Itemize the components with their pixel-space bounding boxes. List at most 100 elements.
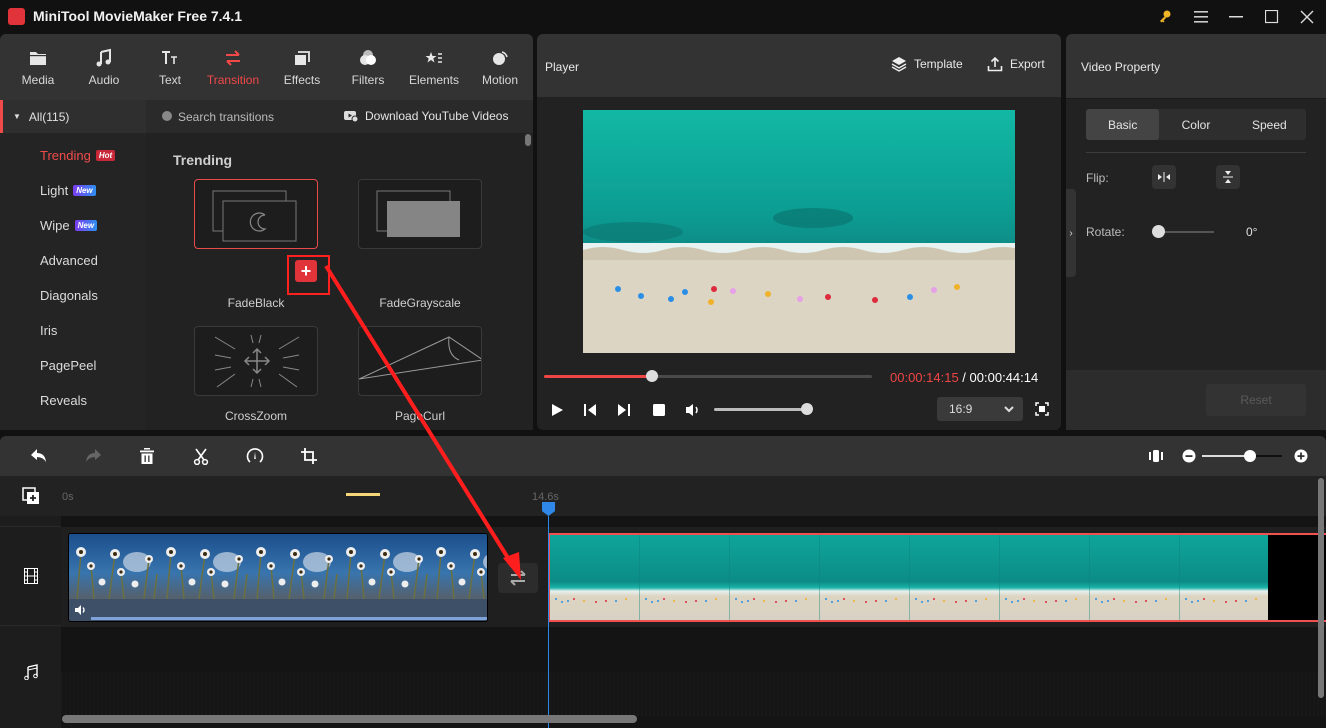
- transition-fadegrayscale[interactable]: [358, 179, 482, 249]
- audio-track[interactable]: [61, 672, 1326, 716]
- tab-filters-label: Filters: [351, 72, 385, 87]
- search-transitions-input[interactable]: Search transitions Download YouTube Vide…: [146, 100, 533, 133]
- undo-button[interactable]: [29, 446, 49, 466]
- category-advanced-label: Advanced: [40, 253, 98, 268]
- video-clip-beach[interactable]: [548, 533, 1326, 622]
- transition-slot[interactable]: [498, 563, 538, 593]
- stop-button[interactable]: [650, 401, 668, 419]
- category-diagonals[interactable]: Diagonals: [40, 288, 98, 303]
- timeline-zoom-slider[interactable]: [1202, 450, 1282, 462]
- fit-timeline-button[interactable]: [1146, 446, 1166, 466]
- beach-filmstrip: [550, 535, 1326, 620]
- timeline-vertical-scrollbar[interactable]: [1318, 478, 1324, 698]
- tab-media[interactable]: Media: [5, 34, 71, 100]
- volume-button[interactable]: [684, 401, 702, 419]
- clip-volume-icon[interactable]: [74, 604, 88, 616]
- transition-fadeblack[interactable]: [194, 179, 318, 249]
- tab-speed[interactable]: Speed: [1233, 109, 1306, 140]
- flip-vertical-button[interactable]: [1216, 165, 1240, 189]
- motion-icon: [493, 50, 508, 65]
- property-title: Video Property: [1081, 60, 1161, 74]
- fullscreen-button[interactable]: [1033, 400, 1051, 418]
- maximize-icon[interactable]: [1261, 6, 1283, 28]
- zoom-handle[interactable]: [1244, 450, 1256, 462]
- category-light[interactable]: Light New: [40, 183, 96, 198]
- transition-crosszoom[interactable]: [194, 326, 318, 396]
- video-preview[interactable]: [583, 110, 1015, 353]
- zoom-in-button[interactable]: [1291, 446, 1311, 466]
- rotate-handle[interactable]: [1152, 225, 1165, 238]
- split-button[interactable]: [191, 446, 211, 466]
- flip-label: Flip:: [1086, 171, 1109, 185]
- flip-horizontal-button[interactable]: [1152, 165, 1176, 189]
- music-note-icon: [23, 664, 38, 680]
- key-icon[interactable]: [1154, 6, 1176, 28]
- template-button[interactable]: Template: [891, 56, 963, 72]
- rotate-slider[interactable]: [1152, 225, 1214, 238]
- close-icon[interactable]: [1296, 6, 1318, 28]
- timeline-toolbar: [0, 436, 1326, 476]
- speed-button[interactable]: [245, 446, 265, 466]
- play-button[interactable]: [548, 401, 566, 419]
- previous-frame-button[interactable]: [581, 401, 599, 419]
- search-placeholder: Search transitions: [178, 110, 275, 124]
- reset-button[interactable]: Reset: [1206, 384, 1306, 416]
- divider: [1086, 152, 1306, 153]
- category-trending[interactable]: Trending Hot: [40, 148, 116, 163]
- download-youtube-button[interactable]: Download YouTube Videos: [344, 109, 508, 123]
- template-label: Template: [914, 57, 963, 71]
- transition-pagecurl[interactable]: [358, 326, 482, 396]
- category-advanced[interactable]: Advanced: [40, 253, 98, 268]
- timeline-ruler[interactable]: 0s 14.6s: [0, 476, 1326, 516]
- tab-audio[interactable]: Audio: [71, 34, 137, 100]
- volume-slider[interactable]: [714, 403, 814, 415]
- volume-handle[interactable]: [801, 403, 814, 415]
- transition-fadeblack-label: FadeBlack: [227, 296, 285, 310]
- playhead-line: [548, 516, 549, 728]
- flip-horizontal-icon: [1158, 172, 1170, 182]
- next-frame-button[interactable]: [615, 401, 633, 419]
- tab-elements[interactable]: Elements: [401, 34, 467, 100]
- aspect-ratio-select[interactable]: 16:9: [937, 397, 1023, 421]
- progress-handle[interactable]: [646, 370, 659, 382]
- tab-filters[interactable]: Filters: [335, 34, 401, 100]
- minimize-icon[interactable]: [1225, 6, 1247, 28]
- tab-color[interactable]: Color: [1159, 109, 1232, 140]
- tab-effects-label: Effects: [283, 72, 321, 87]
- export-button[interactable]: Export: [987, 56, 1045, 72]
- undo-icon: [31, 449, 46, 462]
- category-all-header[interactable]: ▼ All(115): [0, 100, 146, 133]
- film-strip-icon: [23, 568, 38, 584]
- crop-button[interactable]: [299, 446, 319, 466]
- tab-basic[interactable]: Basic: [1086, 109, 1160, 140]
- hamburger-menu-icon[interactable]: [1190, 6, 1212, 28]
- playback-progress-slider[interactable]: [544, 370, 872, 382]
- zoom-out-icon: [1182, 449, 1196, 463]
- chevron-right-icon: ›: [1069, 227, 1073, 239]
- transition-arrows-icon: [226, 49, 240, 66]
- category-iris-label: Iris: [40, 323, 58, 338]
- category-pagepeel[interactable]: PagePeel: [40, 358, 96, 373]
- timeline-horizontal-scrollbar[interactable]: [62, 715, 637, 723]
- add-track-button[interactable]: [22, 487, 40, 505]
- trash-icon: [140, 447, 154, 464]
- tab-text[interactable]: Text: [137, 34, 203, 100]
- redo-button[interactable]: [83, 446, 103, 466]
- timecode: 00:00:14:15 / 00:00:44:14: [890, 370, 1038, 385]
- category-iris[interactable]: Iris: [40, 323, 57, 338]
- scissors-icon: [193, 448, 209, 465]
- category-wipe[interactable]: Wipe New: [40, 218, 98, 233]
- delete-button[interactable]: [137, 446, 157, 466]
- zoom-out-button[interactable]: [1179, 446, 1199, 466]
- tab-motion[interactable]: Motion: [467, 34, 533, 100]
- tab-transition[interactable]: Transition: [200, 34, 266, 100]
- video-clip-flowers[interactable]: [68, 533, 488, 622]
- collapse-panel-button[interactable]: ›: [1066, 189, 1076, 277]
- tab-effects[interactable]: Effects: [269, 34, 335, 100]
- folder-icon: [30, 51, 46, 65]
- video-property-panel: Video Property Basic Color Speed Flip: R…: [1066, 34, 1326, 430]
- library-scrollbar[interactable]: [525, 134, 531, 146]
- crosszoom-thumbnail-icon: [214, 334, 300, 388]
- category-reveals[interactable]: Reveals: [40, 393, 87, 408]
- app-title: MiniTool MovieMaker Free 7.4.1: [33, 8, 243, 24]
